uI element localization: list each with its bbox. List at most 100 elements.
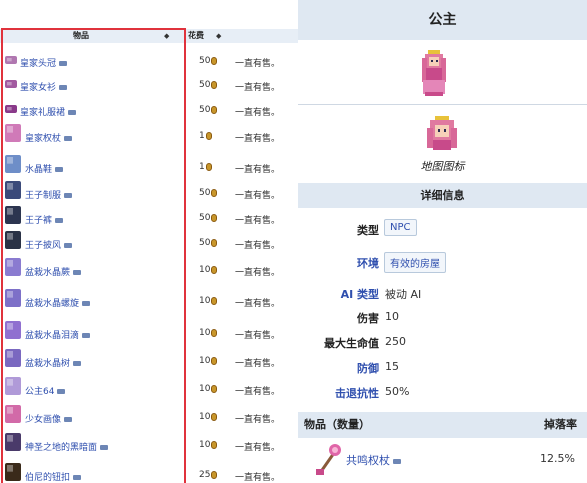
table-row: 皇家礼服裙 50 一直有售。 xyxy=(0,105,298,129)
gold-coin-icon xyxy=(211,213,218,222)
item-name-link[interactable]: 王子披风 xyxy=(25,238,73,251)
field-label[interactable]: AI 类型 xyxy=(341,286,379,302)
table-row: 盆栽水晶蕨 10 一直有售。 xyxy=(0,258,298,289)
crystal-fern-icon[interactable] xyxy=(4,257,22,277)
sort-icon[interactable]: ◆ xyxy=(164,29,169,43)
item-availability: 一直有售。 xyxy=(235,108,281,118)
item-name-link[interactable]: 伯尼的钮扣 xyxy=(25,470,82,483)
field-label[interactable]: 击退抗性 xyxy=(335,385,379,401)
glass-slipper-icon[interactable] xyxy=(4,154,22,174)
gold-coin-icon xyxy=(211,470,218,479)
item-name-link[interactable]: 神圣之地的黑暗面 xyxy=(25,440,109,453)
item-price: 10 xyxy=(199,412,218,422)
item-name-link[interactable]: 皇家权杖 xyxy=(25,131,73,144)
item-price: 1 xyxy=(199,131,212,141)
item-availability: 一直有售。 xyxy=(235,443,281,453)
sort-icon[interactable]: ◆ xyxy=(216,29,221,43)
item-price: 10 xyxy=(199,328,218,338)
column-header-cost[interactable]: 花费 xyxy=(188,29,204,43)
item-price: 10 xyxy=(199,384,218,394)
tag-icon xyxy=(64,136,73,141)
infobox-title: 公主 xyxy=(298,0,587,40)
tag-icon xyxy=(55,218,64,223)
item-price: 10 xyxy=(199,296,218,306)
gold-coin-icon xyxy=(211,56,218,65)
field-label[interactable]: 防御 xyxy=(357,360,379,376)
item-name-link[interactable]: 水晶鞋 xyxy=(25,162,64,175)
tag-icon xyxy=(73,361,82,366)
dark-side-painting-icon[interactable] xyxy=(4,432,22,452)
table-row: 皇家女衫 50 一直有售。 xyxy=(0,80,298,104)
drop-item-name[interactable]: 共鸣权杖 xyxy=(346,452,401,468)
prince-pants-icon[interactable] xyxy=(4,205,22,225)
table-row: 皇家权杖 1 一直有售。 xyxy=(0,124,298,155)
divider xyxy=(298,104,587,105)
item-availability: 一直有售。 xyxy=(235,83,281,93)
item-price: 10 xyxy=(199,356,218,366)
item-price: 10 xyxy=(199,440,218,450)
gold-coin-icon xyxy=(211,412,218,421)
table-row: 王子裤 50 一直有售。 xyxy=(0,206,298,237)
map-icon-caption: 地图图标 xyxy=(420,160,465,173)
column-header-item[interactable]: 物品 xyxy=(73,29,89,43)
item-availability: 一直有售。 xyxy=(235,216,281,226)
tag-icon xyxy=(64,417,73,422)
gold-coin-icon xyxy=(211,265,218,274)
princess-sprite-icon xyxy=(422,50,446,96)
gold-coin-icon xyxy=(211,296,218,305)
item-name-link[interactable]: 皇家头冠 xyxy=(20,56,68,69)
item-name-link[interactable]: 皇家礼服裙 xyxy=(20,105,77,118)
item-name-link[interactable]: 盆栽水晶泪滴 xyxy=(25,328,91,341)
tag-icon xyxy=(55,167,64,172)
item-name-link[interactable]: 王子制服 xyxy=(25,188,73,201)
crystal-spiral-icon[interactable] xyxy=(4,288,22,308)
item-price: 25 xyxy=(199,470,218,480)
table-row: 王子披风 50 一直有售。 xyxy=(0,231,298,262)
item-name-link[interactable]: 皇家女衫 xyxy=(20,80,68,93)
item-price: 50 xyxy=(199,56,218,66)
scepter-icon[interactable] xyxy=(4,123,22,143)
section-title: 详细信息 xyxy=(298,183,587,208)
gold-coin-icon xyxy=(211,356,218,365)
field-value-link[interactable]: NPC xyxy=(384,219,417,236)
item-availability: 一直有售。 xyxy=(235,134,281,144)
bernie-button-icon[interactable] xyxy=(4,462,22,482)
crown-icon[interactable] xyxy=(4,55,18,65)
crystal-tree-icon[interactable] xyxy=(4,348,22,368)
item-name-link[interactable]: 盆栽水晶蕨 xyxy=(25,265,82,278)
shop-table: 物品 ◆ 花费 ◆ 皇家头冠 50 一直有售。 皇家女衫 50 一直有售。 皇家礼服裙 50 一… xyxy=(0,0,298,483)
item-name-link[interactable]: 盆栽水晶螺旋 xyxy=(25,296,91,309)
tag-icon xyxy=(57,389,66,394)
prince-cape-icon[interactable] xyxy=(4,230,22,250)
item-availability: 一直有售。 xyxy=(235,473,281,483)
field-value: 15 xyxy=(385,360,399,373)
item-name-link[interactable]: 王子裤 xyxy=(25,213,64,226)
gold-coin-icon xyxy=(205,131,212,140)
field-label[interactable]: 环境 xyxy=(357,255,379,271)
gold-coin-icon xyxy=(205,162,212,171)
tag-icon xyxy=(64,243,73,248)
item-availability: 一直有售。 xyxy=(235,415,281,425)
tag-icon xyxy=(64,193,73,198)
girl-portrait-icon[interactable] xyxy=(4,404,22,424)
item-name-link[interactable]: 盆栽水晶树 xyxy=(25,356,82,369)
item-availability: 一直有售。 xyxy=(235,387,281,397)
item-price: 50 xyxy=(199,80,218,90)
drops-header: 物品（数量） 掉落率 xyxy=(298,412,587,438)
table-row: 少女画像 10 一直有售。 xyxy=(0,405,298,436)
blouse-icon[interactable] xyxy=(4,79,18,89)
gown-icon[interactable] xyxy=(4,104,18,114)
npc-infobox: 公主 地图图标 详细信息 类型 NPC 环境 有效的房屋 AI 类型 被动 AI 伤害 10 最… xyxy=(298,0,587,483)
prince-uniform-icon[interactable] xyxy=(4,180,22,200)
item-availability: 一直有售。 xyxy=(235,331,281,341)
field-value-link[interactable]: 有效的房屋 xyxy=(384,252,446,273)
table-row: 盆栽水晶螺旋 10 一直有售。 xyxy=(0,289,298,320)
map-icon xyxy=(427,116,457,150)
princess64-icon[interactable] xyxy=(4,376,22,396)
item-name-link[interactable]: 少女画像 xyxy=(25,412,73,425)
resonance-scepter-icon[interactable] xyxy=(312,441,342,477)
crystal-teardrop-icon[interactable] xyxy=(4,320,22,340)
tag-icon xyxy=(59,85,68,90)
item-name-link[interactable]: 公主64 xyxy=(25,384,66,397)
gold-coin-icon xyxy=(211,328,218,337)
